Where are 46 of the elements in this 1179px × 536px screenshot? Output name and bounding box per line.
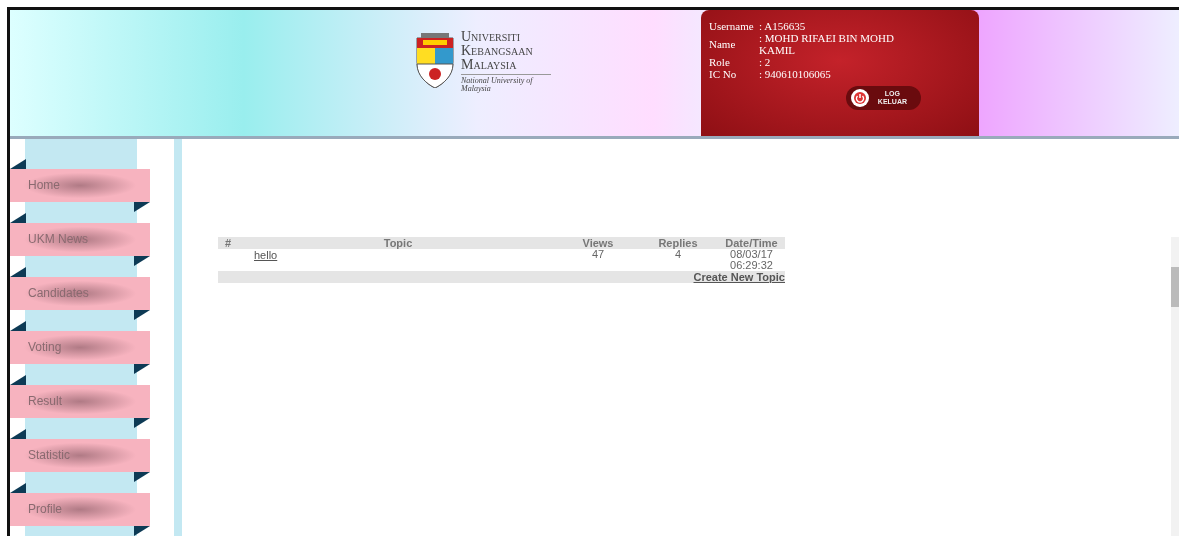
power-icon	[849, 88, 870, 108]
profile-label: IC No	[709, 68, 738, 80]
logo-text: Kebangsaan	[461, 44, 534, 58]
table-cell-text: 08/03/17 06:29:32	[729, 249, 774, 271]
corner-icon	[134, 418, 150, 428]
menu-item[interactable]: Voting	[10, 331, 150, 364]
profile-label: Name	[709, 38, 737, 50]
profile-value: : MOHD RIFAEI BIN MOHD KAMIL	[759, 32, 895, 56]
scrollbar[interactable]	[1171, 237, 1179, 536]
menu-item[interactable]: Profile	[10, 493, 150, 526]
profile-value: : A156635	[759, 20, 807, 32]
topic-link[interactable]: hello	[238, 249, 278, 261]
corner-icon	[10, 483, 26, 493]
corner-icon	[10, 375, 26, 385]
corner-icon	[134, 310, 150, 320]
profile-value: : 2	[759, 56, 772, 68]
profile-value: : 940610106065	[759, 68, 832, 80]
corner-icon	[134, 256, 150, 266]
logo-text: Universiti	[461, 30, 521, 44]
column-header: Topic	[238, 237, 558, 249]
corner-icon	[10, 213, 26, 223]
profile-label: Role	[709, 56, 731, 68]
table-cell-text: 4	[674, 249, 682, 262]
menu-item[interactable]: Statistic	[10, 439, 150, 472]
column-header: Replies	[638, 237, 718, 249]
corner-icon	[134, 526, 150, 536]
corner-icon	[10, 429, 26, 439]
corner-icon	[134, 202, 150, 212]
column-header: Date/Time	[718, 237, 785, 249]
corner-icon	[134, 472, 150, 482]
menu-item[interactable]: Home	[10, 169, 150, 202]
menu-item[interactable]: UKM News	[10, 223, 150, 256]
table-cell-text: 47	[590, 249, 606, 262]
profile-label: Username	[709, 20, 755, 32]
crest-logo-icon	[415, 30, 455, 88]
scrollbar-thumb[interactable]	[1171, 267, 1179, 307]
corner-icon	[10, 267, 26, 277]
logo-text: Malaysia	[461, 58, 518, 72]
logo-tagline: National University of Malaysia	[461, 74, 551, 93]
corner-icon	[10, 321, 26, 331]
column-header: #	[218, 237, 238, 249]
corner-icon	[134, 364, 150, 374]
create-topic-link[interactable]: Create New Topic	[693, 271, 785, 283]
menu-item[interactable]: Result	[10, 385, 150, 418]
corner-icon	[10, 159, 26, 169]
column-header: Views	[558, 237, 638, 249]
